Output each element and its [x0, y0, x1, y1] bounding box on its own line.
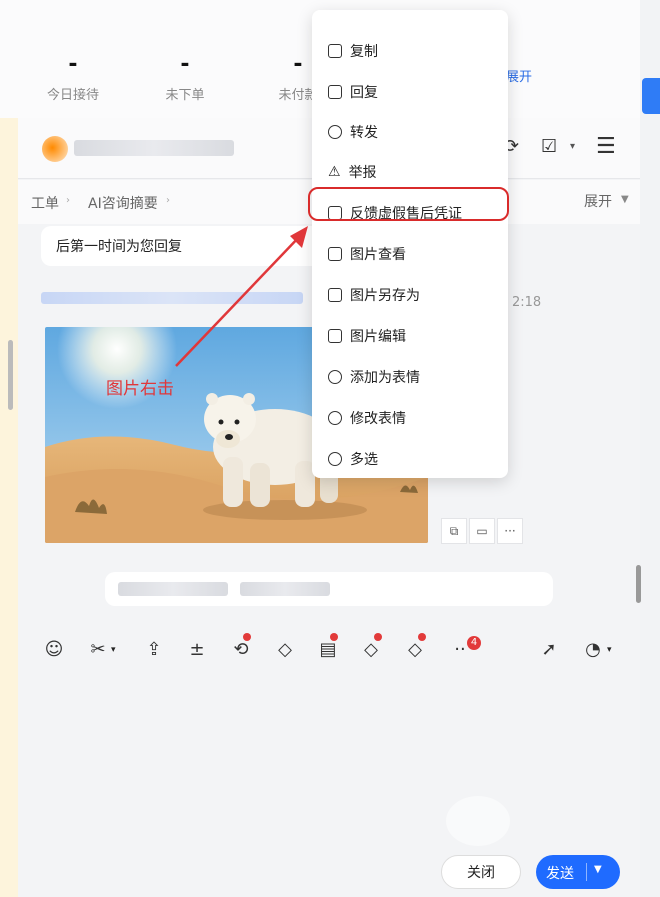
annotation-label: 图片右击 — [106, 379, 174, 399]
annotation-arrow — [175, 226, 308, 367]
